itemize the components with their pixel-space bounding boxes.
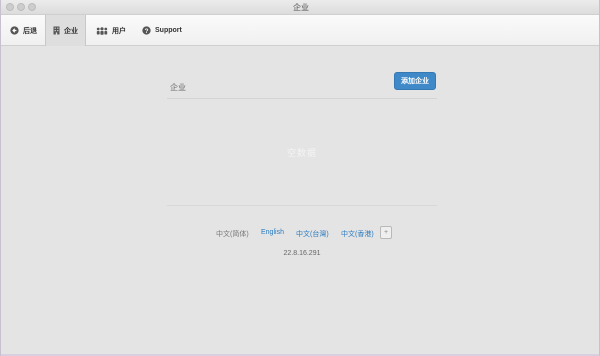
support-button[interactable]: ? Support — [142, 15, 182, 46]
tab-enterprise[interactable]: 企业 — [45, 15, 86, 46]
arrow-left-circle-icon — [10, 26, 19, 35]
title-bar: 企业 — [1, 0, 599, 15]
language-current-zh-hans: 中文(简体) — [216, 231, 249, 238]
divider — [167, 205, 437, 206]
back-button[interactable]: 后退 — [10, 15, 37, 46]
language-link-zh-hk[interactable]: 中文(香港) — [341, 229, 374, 239]
svg-text:?: ? — [145, 28, 149, 35]
panel-title: 企业 — [170, 83, 186, 92]
empty-state-text: 空数据 — [286, 148, 317, 158]
building-icon — [53, 26, 60, 35]
add-enterprise-button[interactable]: 添加企业 — [394, 72, 436, 90]
users-group-icon — [96, 26, 108, 35]
language-link-zh-tw[interactable]: 中文(台灣) — [296, 229, 329, 239]
support-label: Support — [155, 27, 182, 34]
language-switcher: 中文(简体) English 中文(台灣) 中文(香港) + — [167, 226, 437, 240]
version-text: 22.8.16.291 — [283, 250, 321, 257]
window-title: 企业 — [293, 3, 309, 12]
toolbar: 后退 企业 用户 ? Support — [1, 15, 599, 46]
back-label: 后退 — [23, 27, 37, 35]
question-circle-icon: ? — [142, 26, 151, 35]
app-window: 企业 后退 企业 用户 ? Support 企业 添加企业 空数据 中文(简体)… — [0, 0, 600, 356]
tab-users[interactable]: 用户 — [96, 15, 126, 46]
users-label: 用户 — [112, 27, 126, 35]
enterprise-label: 企业 — [64, 27, 78, 35]
more-languages-button[interactable]: + — [380, 226, 392, 239]
language-link-english[interactable]: English — [261, 229, 284, 236]
